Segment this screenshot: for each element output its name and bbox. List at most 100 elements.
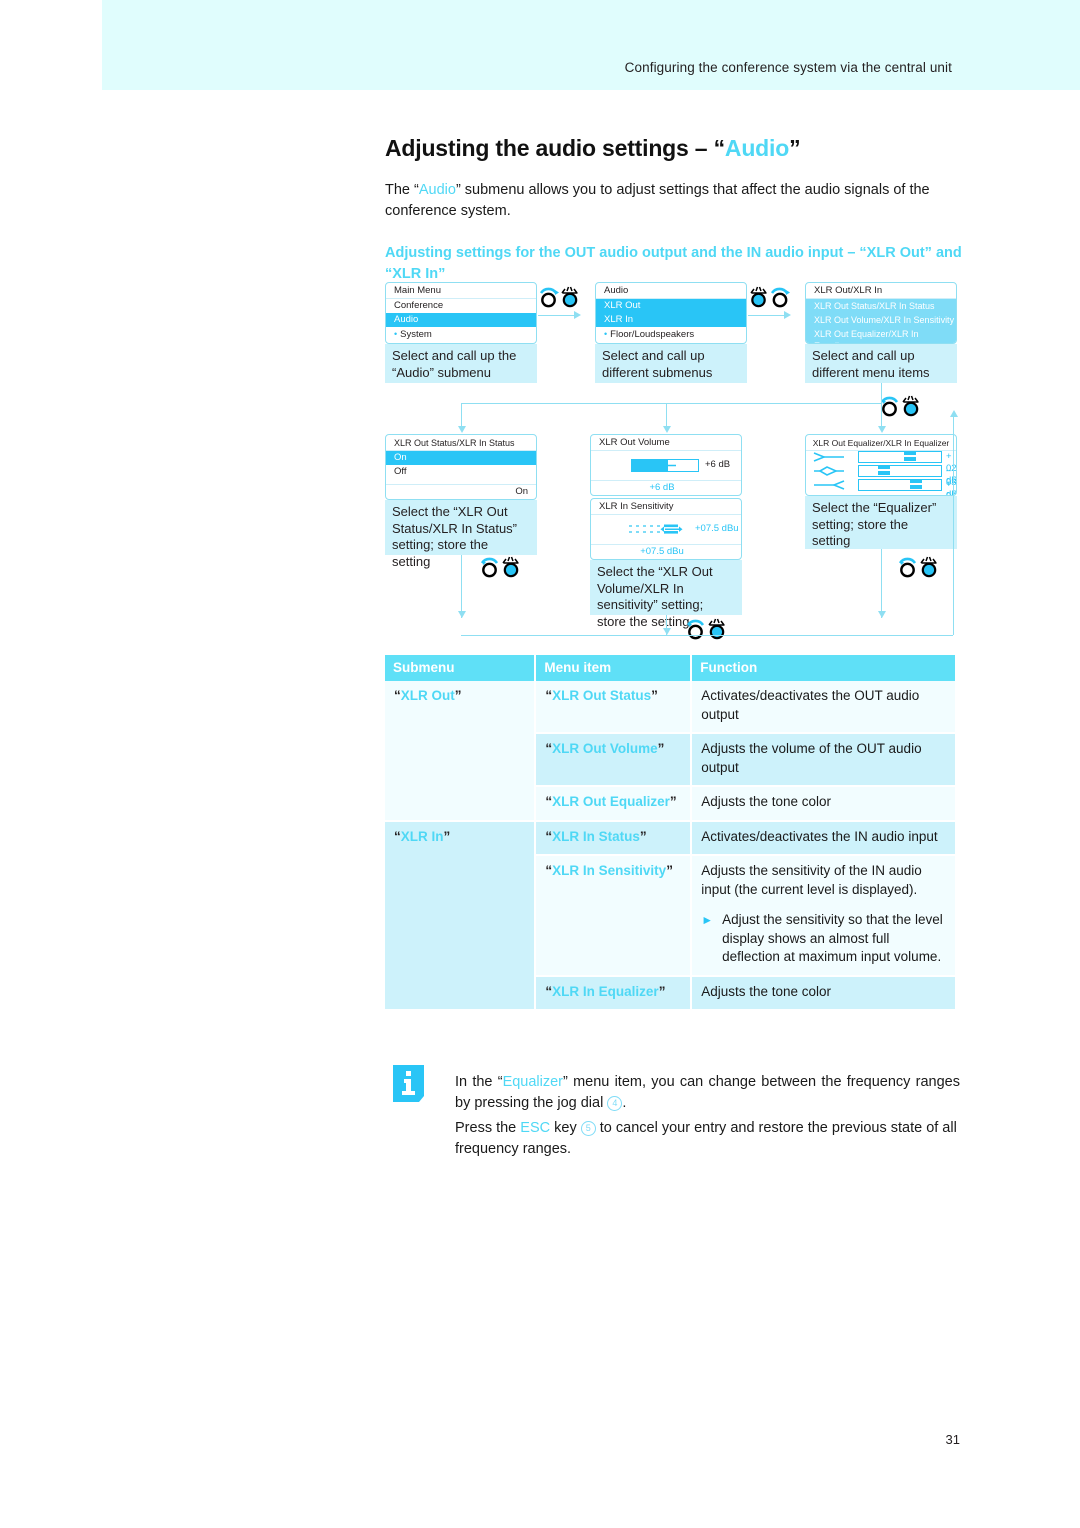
screen-audio-title: Audio <box>596 283 746 299</box>
note-paragraph-1: In the “Equalizer” menu item, you can ch… <box>455 1072 960 1114</box>
flow-arrow-2 <box>784 311 791 319</box>
screen-xlr-menu-row-equalizer[interactable]: XLR Out Equalizer/XLR In Equalizer <box>806 327 956 343</box>
function-bullet-text: Adjust the sensitivity so that the level… <box>722 912 943 964</box>
volume-slider[interactable] <box>631 459 699 472</box>
note-p2-b: key <box>550 1119 581 1136</box>
screen-audio-row-floor[interactable]: Floor/Loudspeakers <box>596 327 746 342</box>
screen-volume-footer: +6 dB <box>591 480 741 495</box>
band-pass-icon <box>814 466 844 476</box>
equalizer-band-3[interactable]: + 05 dB <box>812 479 956 495</box>
table-cell-menu-item: “XLR Out Equalizer” <box>535 786 693 822</box>
table-cell-function: Adjusts the volume of the OUT audio outp… <box>691 733 955 787</box>
menu-item-label: XLR Out Status <box>552 688 652 703</box>
volume-value: +6 dB <box>705 459 731 470</box>
function-bullet: ► Adjust the sensitivity so that the lev… <box>701 911 946 967</box>
screen-volume-title: XLR Out Volume <box>591 435 741 451</box>
screen-main-menu-row-conference[interactable]: Conference <box>386 299 536 313</box>
equalizer-band-2-handle[interactable] <box>878 465 890 477</box>
jog-dial-pair-4 <box>479 554 523 578</box>
menu-item-label: XLR In Equalizer <box>552 983 659 999</box>
flow-branch-drop <box>881 383 882 403</box>
note-ref-4: 4 <box>607 1095 623 1111</box>
flow-arrow-9 <box>950 410 958 417</box>
flow-return-bus <box>461 635 953 636</box>
header-band <box>102 0 1080 90</box>
jog-dial-pair-5 <box>685 616 729 640</box>
flow-branch-v3 <box>881 403 882 426</box>
section-subheading: Adjusting settings for the OUT audio out… <box>385 244 962 282</box>
high-shelf-icon <box>814 480 845 490</box>
note-paragraph-2: Press the ESC key 5 to cancel your entry… <box>455 1118 960 1160</box>
jog-dial-pair-3 <box>879 393 923 417</box>
diagram-caption-2: Select and call up different submenus <box>595 344 747 383</box>
equalizer-band-3-handle[interactable] <box>910 479 922 491</box>
intro-accent: Audio <box>418 181 456 198</box>
submenu-label-xlr-in: XLR In <box>400 828 444 844</box>
screen-status: XLR Out Status/XLR In Status On Off On <box>385 434 537 500</box>
flow-arrow-1 <box>574 311 581 319</box>
note-p2-accent: ESC <box>520 1119 551 1136</box>
settings-table: Submenu Menu item Function “XLR Out” “XL… <box>385 655 955 1011</box>
note-p1-accent: Equalizer <box>502 1073 564 1090</box>
table-cell-menu-item: “XLR In Equalizer” <box>535 975 693 1011</box>
screen-xlr-menu-row-volume[interactable]: XLR Out Volume/XLR In Sensitivity <box>806 313 956 327</box>
table-cell-menu-item: “XLR In Sensitivity” <box>535 855 693 977</box>
table-cell-menu-item: “XLR In Status” <box>535 820 693 856</box>
table-cell-function: Adjusts the tone color <box>691 975 955 1011</box>
flow-arrow-5 <box>878 426 886 433</box>
jog-dial-pair-1 <box>538 284 582 308</box>
screen-xlr-menu-row-status[interactable]: XLR Out Status/XLR In Status <box>806 299 956 313</box>
page-title-suffix: ” <box>789 135 801 162</box>
equalizer-band-3-value: + 05 dB <box>946 479 956 495</box>
equalizer-band-2-track[interactable] <box>858 465 942 477</box>
screen-sensitivity-title: XLR In Sensitivity <box>591 499 741 515</box>
equalizer-band-3-track[interactable] <box>858 479 942 491</box>
table-row: “XLR In” “XLR In Status” Activates/deact… <box>385 820 955 1011</box>
screen-status-row-on[interactable]: On <box>386 451 536 465</box>
intro-part1: The “ <box>385 181 419 198</box>
flow-arrow-4 <box>663 426 671 433</box>
flow-line-2 <box>748 315 784 316</box>
equalizer-band-1-handle[interactable] <box>904 451 916 463</box>
screen-equalizer: XLR Out Equalizer/XLR In Equalizer + 02 … <box>805 434 957 496</box>
menu-item-label: XLR In Status <box>552 828 640 844</box>
equalizer-band-1[interactable]: + 02 dB <box>812 451 956 486</box>
flow-line-1 <box>538 315 574 316</box>
screen-xlr-menu-title: XLR Out/XLR In <box>806 283 956 299</box>
table-row: “XLR Out” “XLR Out Status” Activates/dea… <box>385 681 955 822</box>
diagram-caption-4: Select the “XLR Out Status/XLR In Status… <box>385 500 537 569</box>
sensitivity-level-display[interactable] <box>629 523 691 542</box>
diagram-caption-1: Select and call up the “Audio” submenu <box>385 344 537 383</box>
table-header-row: Submenu Menu item Function <box>385 655 955 681</box>
screen-status-footer: On <box>386 484 536 499</box>
table-cell-function: Activates/deactivates the IN audio input <box>691 820 955 856</box>
flow-arrow-3 <box>458 426 466 433</box>
menu-item-label: XLR In Sensitivity <box>552 863 667 878</box>
flow-branch-bus <box>461 403 881 404</box>
diagram-caption-6: Select the “Equalizer” setting; store th… <box>805 496 957 549</box>
screen-audio-row-xlr-out[interactable]: XLR Out <box>596 299 746 313</box>
table-cell-menu-item: “XLR Out Status” <box>535 681 693 734</box>
screen-status-row-off[interactable]: Off <box>386 465 536 479</box>
equalizer-band-2[interactable]: – 03 dB <box>812 465 956 495</box>
screen-audio-row-xlr-in[interactable]: XLR In <box>596 313 746 327</box>
equalizer-band-1-track[interactable] <box>858 451 942 463</box>
triangle-bullet-icon: ► <box>701 913 714 927</box>
menu-item-label: XLR Out Volume <box>552 741 658 756</box>
page-title: Adjusting the audio settings – “Audio” <box>385 135 985 162</box>
page-title-prefix: Adjusting the audio settings – “ <box>385 135 725 162</box>
function-text: Adjusts the sensitivity of the IN audio … <box>701 863 922 897</box>
note-p1-c: . <box>622 1094 627 1111</box>
menu-flow-diagram: Main Menu Conference Audio System Select… <box>385 282 958 640</box>
jog-dial-pair-2 <box>748 284 792 308</box>
screen-main-menu-row-system[interactable]: System <box>386 327 536 342</box>
screen-main-menu-row-audio[interactable]: Audio <box>386 313 536 327</box>
note-ref-5: 5 <box>580 1120 596 1136</box>
table-cell-function: Activates/deactivates the OUT audio outp… <box>691 681 955 734</box>
flow-branch-v2 <box>666 403 667 426</box>
table-cell-function: Adjusts the tone color <box>691 786 955 822</box>
screen-equalizer-title: XLR Out Equalizer/XLR In Equalizer <box>806 435 956 451</box>
table-cell-submenu-xlr-in: “XLR In” <box>385 820 537 1011</box>
table-cell-menu-item: “XLR Out Volume” <box>535 733 693 787</box>
screen-audio: Audio XLR Out XLR In Floor/Loudspeakers <box>595 282 747 344</box>
